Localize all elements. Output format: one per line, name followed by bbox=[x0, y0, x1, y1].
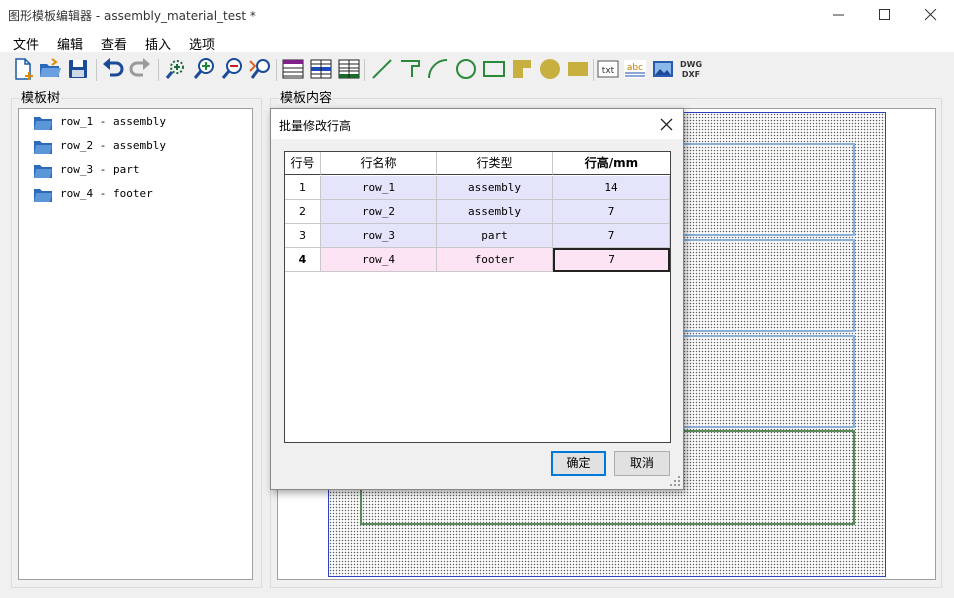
menu-view[interactable]: 查看 bbox=[101, 34, 127, 53]
content-label: 模板内容 bbox=[279, 87, 334, 106]
row-2-height[interactable]: 7 bbox=[553, 200, 670, 224]
text-icon[interactable]: txt bbox=[596, 57, 620, 81]
title-bar: 图形模板编辑器 - assembly_material_test * bbox=[0, 0, 954, 30]
tree-item-row-2[interactable]: row_2 - assembly bbox=[33, 138, 223, 156]
minimize-button[interactable] bbox=[816, 0, 862, 30]
zoom-reset-icon[interactable] bbox=[248, 57, 272, 81]
row-2-index: 2 bbox=[285, 200, 321, 224]
cancel-button[interactable]: 取消 bbox=[614, 451, 670, 476]
header-index: 行号 bbox=[285, 152, 321, 175]
row-4-height-selected[interactable]: 7 bbox=[553, 248, 670, 272]
minimize-icon bbox=[833, 14, 844, 16]
close-icon bbox=[925, 9, 937, 21]
open-folder-icon[interactable] bbox=[38, 57, 62, 81]
tree-label: 模板树 bbox=[20, 87, 62, 106]
dialog-title-bar: 批量修改行高 bbox=[271, 109, 683, 139]
rectangle-icon[interactable] bbox=[482, 57, 506, 81]
tree-item-label: row_1 - assembly bbox=[60, 115, 166, 128]
menu-bar: 文件 编辑 查看 插入 选项 bbox=[0, 30, 954, 53]
row-3-height[interactable]: 7 bbox=[553, 224, 670, 248]
table-green-icon[interactable] bbox=[337, 57, 361, 81]
arc-icon[interactable] bbox=[426, 57, 450, 81]
row-3-index: 3 bbox=[285, 224, 321, 248]
polyline-icon[interactable] bbox=[398, 57, 422, 81]
dwg-dxf-icon[interactable]: DWG DXF bbox=[679, 57, 703, 81]
header-type: 行类型 bbox=[437, 152, 553, 175]
menu-edit[interactable]: 编辑 bbox=[57, 34, 83, 53]
folder-icon bbox=[34, 141, 52, 154]
menu-options[interactable]: 选项 bbox=[189, 34, 215, 53]
close-icon bbox=[660, 118, 673, 131]
row-1-height[interactable]: 14 bbox=[553, 176, 670, 200]
app-window: 图形模板编辑器 - assembly_material_test * 文件 编辑… bbox=[0, 0, 954, 598]
tree-item-row-1[interactable]: row_1 - assembly bbox=[33, 114, 223, 132]
row-3-name[interactable]: row_3 bbox=[321, 224, 437, 248]
row-4-index: 4 bbox=[285, 248, 321, 272]
row-3-type[interactable]: part bbox=[437, 224, 553, 248]
filled-circle-icon[interactable] bbox=[538, 57, 562, 81]
dialog-title: 批量修改行高 bbox=[279, 119, 352, 133]
toolbar: txt abc DWG DXF bbox=[0, 52, 954, 86]
zoom-fit-icon[interactable] bbox=[164, 57, 188, 81]
ok-button[interactable]: 确定 bbox=[551, 451, 606, 476]
header-height: 行高/mm bbox=[553, 152, 670, 175]
folder-icon bbox=[34, 117, 52, 130]
dwg-label: DWG bbox=[680, 60, 702, 69]
tree-item-label: row_2 - assembly bbox=[60, 139, 166, 152]
text-style-icon[interactable]: abc bbox=[623, 57, 647, 81]
tree-item-row-3[interactable]: row_3 - part bbox=[33, 162, 223, 180]
row-1-index: 1 bbox=[285, 176, 321, 200]
redo-icon[interactable] bbox=[128, 57, 152, 81]
filled-polygon-icon[interactable] bbox=[510, 57, 534, 81]
save-icon[interactable] bbox=[66, 57, 90, 81]
row-4-type[interactable]: footer bbox=[437, 248, 553, 272]
menu-insert[interactable]: 插入 bbox=[145, 34, 171, 53]
folder-icon bbox=[34, 189, 52, 202]
row-1-name[interactable]: row_1 bbox=[321, 176, 437, 200]
image-icon[interactable] bbox=[651, 57, 675, 81]
row-1-type[interactable]: assembly bbox=[437, 176, 553, 200]
menu-file[interactable]: 文件 bbox=[13, 34, 39, 53]
window-title: 图形模板编辑器 - assembly_material_test * bbox=[8, 9, 256, 23]
text-style-icon-label: abc bbox=[627, 63, 643, 73]
row-2-name[interactable]: row_2 bbox=[321, 200, 437, 224]
resize-grip-icon[interactable] bbox=[669, 475, 681, 487]
tree-item-row-4[interactable]: row_4 - footer bbox=[33, 186, 223, 204]
zoom-out-icon[interactable] bbox=[220, 57, 244, 81]
table-purple-icon[interactable] bbox=[281, 57, 305, 81]
line-icon[interactable] bbox=[370, 57, 394, 81]
text-icon-label: txt bbox=[602, 66, 615, 76]
tree-item-label: row_4 - footer bbox=[60, 187, 153, 200]
row-2-type[interactable]: assembly bbox=[437, 200, 553, 224]
folder-icon bbox=[34, 165, 52, 178]
filled-rectangle-icon[interactable] bbox=[566, 57, 590, 81]
maximize-icon bbox=[879, 9, 890, 20]
row-4-name[interactable]: row_4 bbox=[321, 248, 437, 272]
header-name: 行名称 bbox=[321, 152, 437, 175]
circle-icon[interactable] bbox=[454, 57, 478, 81]
zoom-in-icon[interactable] bbox=[192, 57, 216, 81]
undo-icon[interactable] bbox=[101, 57, 125, 81]
new-file-icon[interactable] bbox=[11, 57, 35, 81]
close-button[interactable] bbox=[908, 0, 954, 30]
dialog-close-button[interactable] bbox=[657, 115, 677, 135]
row-height-table: 行号 行名称 行类型 行高/mm 1 row_1 assembly 14 2 r… bbox=[284, 151, 671, 443]
table-blue-icon[interactable] bbox=[309, 57, 333, 81]
tree-item-label: row_3 - part bbox=[60, 163, 140, 176]
maximize-button[interactable] bbox=[862, 0, 908, 30]
batch-row-height-dialog: 批量修改行高 行号 行名称 行类型 行高/mm 1 row_1 assembly… bbox=[270, 108, 684, 490]
dxf-label: DXF bbox=[682, 70, 700, 79]
